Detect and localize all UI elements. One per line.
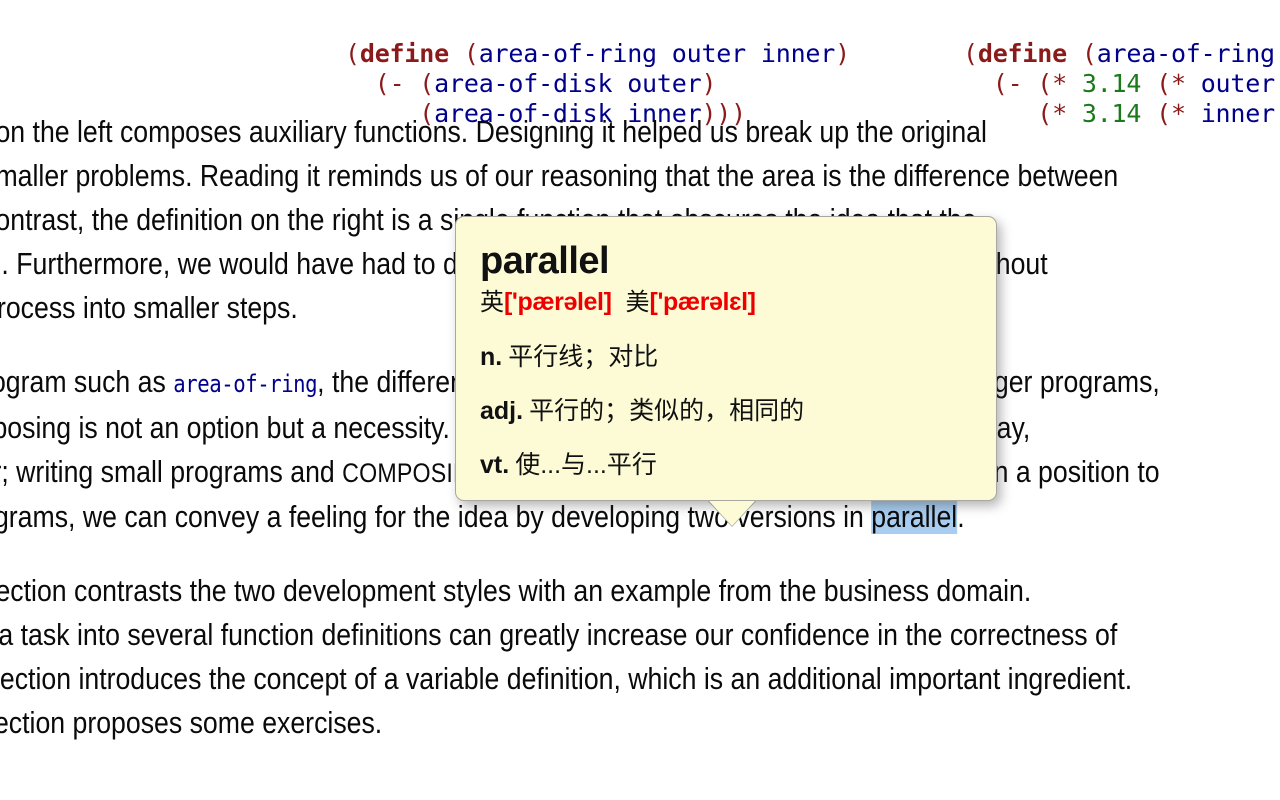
phonetic-american-value: ['pærəlɛl] [649, 288, 756, 316]
p3-line-1: The next subsection contrasts the two de… [0, 573, 1032, 608]
p2-line-1-pre: For a small program such as [0, 364, 166, 399]
sense-pos: n. [480, 343, 503, 371]
sense-meaning: 平行的；类似的，相同的 [529, 397, 805, 425]
p1-line-5: breaking the process into smaller steps. [0, 290, 298, 325]
p1-line-1: The definition on the left composes auxi… [0, 114, 987, 149]
dictionary-senses: n. 平行线；对比 adj. 平行的；类似的，相同的 vt. 使...与...平行 [480, 342, 970, 480]
sense-meaning: 使...与...平行 [515, 451, 657, 479]
tooltip-arrow [709, 501, 755, 526]
dictionary-sense: adj. 平行的；类似的，相同的 [480, 396, 970, 426]
dictionary-sense: vt. 使...与...平行 [480, 450, 970, 480]
sense-meaning: 平行线；对比 [508, 343, 659, 371]
selected-word-parallel[interactable]: parallel [871, 499, 958, 534]
p3-line-2: Decomposing a task into several function… [0, 617, 1118, 652]
dictionary-sense: n. 平行线；对比 [480, 342, 970, 372]
phonetic-british-value: ['pærəlel] [504, 288, 612, 316]
sense-pos: adj. [480, 397, 524, 425]
p1-line-2: problem into smaller problems. Reading i… [0, 158, 1119, 193]
dictionary-word: parallel [480, 240, 610, 282]
dictionary-phonetics: 英['pærəlel] 美['pærəlɛl] [480, 285, 970, 320]
dictionary-popup[interactable]: parallel 英['pærəlel] 美['pærəlɛl] n. 平行线；对比… [455, 216, 997, 501]
phonetic-british-label: 英 [480, 289, 504, 316]
document-viewport: (define (area-of-ring outer inner) (- (a… [0, 0, 1280, 800]
p3-line-3: a program. A section introduces the conc… [0, 661, 1133, 696]
code-comparison-row: (define (area-of-ring outer inner) (- (a… [0, 0, 1280, 128]
p3-line-4: The final subsection proposes some exerc… [0, 705, 383, 740]
p2-line-4-post: . [957, 499, 965, 534]
phonetic-american-label: 美 [625, 289, 650, 316]
paragraph-3: The next subsection contrasts the two de… [0, 569, 1238, 745]
inline-code-area-of-ring: area-of-ring [173, 370, 318, 398]
p2-line-3-pre: a web browser; writing small programs an… [0, 454, 335, 489]
sense-pos: vt. [480, 451, 510, 479]
